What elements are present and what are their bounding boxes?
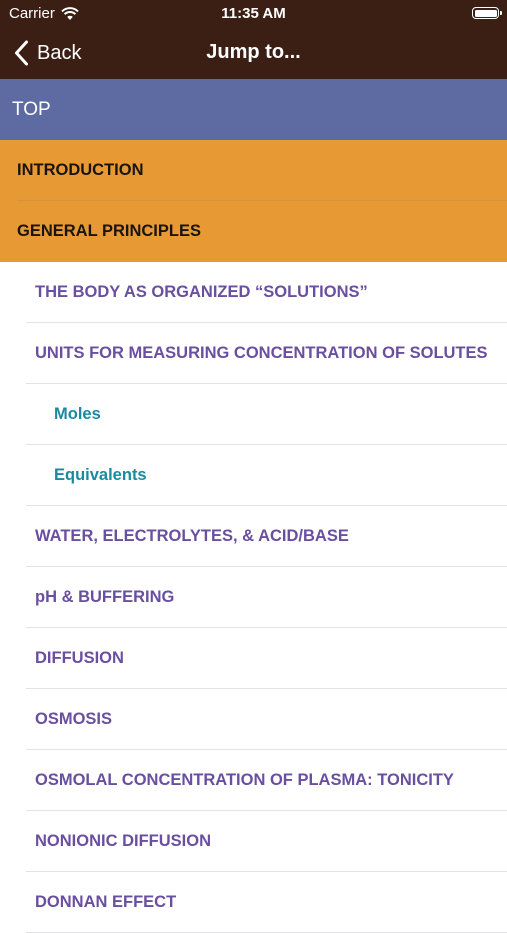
list-item[interactable]: DONNAN EFFECT [0,872,507,933]
status-bar: Carrier 11:35 AM [0,0,507,28]
list-item[interactable]: OSMOSIS [0,689,507,750]
list-item[interactable]: OSMOLAL CONCENTRATION OF PLASMA: TONICIT… [0,750,507,811]
jump-to-list: TOP INTRODUCTION GENERAL PRINCIPLES THE … [0,79,507,933]
list-item[interactable]: Moles [0,384,507,445]
list-item-label: GENERAL PRINCIPLES [17,222,201,240]
list-item-introduction[interactable]: INTRODUCTION [0,140,507,201]
list-item-label: DIFFUSION [35,649,124,667]
list-item-label: TOP [12,98,51,120]
list-item[interactable]: WATER, ELECTROLYTES, & ACID/BASE [0,506,507,567]
list-item-label: Moles [54,405,101,423]
list-item-label: THE BODY AS ORGANIZED “SOLUTIONS” [35,283,368,301]
list-item-label: OSMOLAL CONCENTRATION OF PLASMA: TONICIT… [35,771,454,789]
page-title: Jump to... [206,41,301,63]
list-item[interactable]: DIFFUSION [0,628,507,689]
list-item[interactable]: NONIONIC DIFFUSION [0,811,507,872]
list-item-general-principles[interactable]: GENERAL PRINCIPLES [0,201,507,262]
list-item[interactable]: pH & BUFFERING [0,567,507,628]
list-item-label: pH & BUFFERING [35,588,175,606]
list-item-label: WATER, ELECTROLYTES, & ACID/BASE [35,527,349,545]
list-item-label: INTRODUCTION [17,161,144,179]
list-item[interactable]: UNITS FOR MEASURING CONCENTRATION OF SOL… [0,323,507,384]
list-item-label: DONNAN EFFECT [35,893,177,911]
status-time: 11:35 AM [221,5,286,22]
list-item[interactable]: THE BODY AS ORGANIZED “SOLUTIONS” [0,262,507,323]
navigation-bar: Back Jump to... [0,28,507,79]
list-item[interactable]: Equivalents [0,445,507,506]
list-item-label: UNITS FOR MEASURING CONCENTRATION OF SOL… [35,344,488,362]
list-item-label: OSMOSIS [35,710,113,728]
list-item-label: NONIONIC DIFFUSION [35,832,211,850]
list-item-top[interactable]: TOP [0,79,507,140]
list-item-label: Equivalents [54,466,147,484]
battery-icon [472,7,502,19]
